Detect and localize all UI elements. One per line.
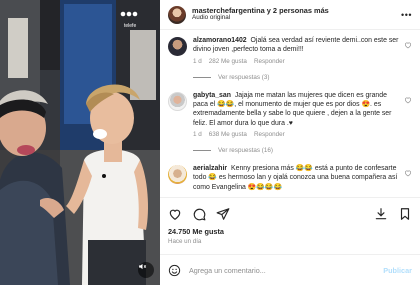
post-side-panel: masterchefargentina y 2 personas más Aud… — [160, 0, 420, 285]
comment-item: gabyta_san Jajaja me matan las mujeres q… — [168, 91, 412, 138]
post-video[interactable]: telefe — [0, 0, 160, 285]
publish-button[interactable]: Publicar — [383, 266, 412, 275]
replies-line — [193, 76, 211, 78]
reply-button[interactable]: Responder — [254, 131, 285, 138]
smiley-icon — [168, 264, 181, 276]
add-comment-bar: Publicar — [160, 254, 420, 285]
bookmark-icon — [400, 208, 410, 220]
comment-item: alzamorano1402 Ojalá sea verdad así revi… — [168, 36, 412, 65]
comment-meta: 1 d 638 Me gusta Responder — [193, 131, 400, 138]
telefe-sign: telefe — [124, 23, 136, 29]
view-replies-button[interactable]: Ver respuestas (3) — [193, 74, 412, 81]
likes-count[interactable]: 24.750 Me gusta — [168, 227, 412, 236]
comment-username[interactable]: aerialzahir — [193, 165, 227, 172]
emoji-button[interactable] — [168, 264, 181, 277]
comments-list: alzamorano1402 Ojalá sea verdad así revi… — [160, 30, 420, 197]
comment-avatar[interactable] — [168, 37, 187, 56]
download-button[interactable] — [374, 207, 388, 221]
comment-avatar[interactable] — [168, 164, 187, 184]
save-button[interactable] — [398, 207, 412, 221]
comment-time: 1 d — [193, 57, 202, 65]
comment-likes[interactable]: 282 Me gusta — [209, 58, 247, 65]
comment-text: aerialzahir Kenny presiona más 😂😂 está a… — [193, 164, 400, 192]
comment-item: aerialzahir Kenny presiona más 😂😂 está a… — [168, 164, 412, 192]
comment-body: gabyta_san Jajaja me matan las mujeres q… — [193, 91, 412, 138]
view-replies-label: Ver respuestas (3) — [218, 73, 270, 81]
comment-text: alzamorano1402 Ojalá sea verdad así revi… — [193, 36, 400, 55]
comment-username[interactable]: alzamorano1402 — [193, 37, 247, 44]
comment-time: 1 d — [193, 130, 202, 138]
post-actions: 24.750 Me gusta Hace un día — [160, 197, 420, 245]
header-text: masterchefargentina y 2 personas más Aud… — [192, 6, 400, 22]
audio-label[interactable]: Audio original — [192, 14, 400, 22]
comment-button[interactable] — [192, 207, 206, 221]
comment-username[interactable]: gabyta_san — [193, 92, 231, 99]
share-button[interactable] — [216, 207, 230, 221]
more-options-icon[interactable]: ••• — [400, 10, 412, 20]
comment-heart-icon[interactable] — [404, 96, 412, 104]
heart-icon — [169, 209, 181, 220]
mute-button[interactable] — [138, 262, 154, 278]
paper-plane-icon — [216, 208, 230, 220]
comment-input[interactable] — [189, 265, 384, 275]
post-time: Hace un día — [168, 238, 202, 245]
comment-avatar[interactable] — [168, 91, 187, 111]
comment-likes[interactable]: 638 Me gusta — [209, 131, 247, 138]
muted-speaker-icon — [139, 263, 147, 270]
post-header: masterchefargentina y 2 personas más Aud… — [160, 0, 420, 30]
comment-text: gabyta_san Jajaja me matan las mujeres q… — [193, 91, 400, 128]
action-icons — [168, 204, 412, 224]
download-icon — [375, 208, 387, 220]
comment-body: alzamorano1402 Ojalá sea verdad así revi… — [193, 36, 412, 65]
replies-line — [193, 149, 211, 151]
comment-body: aerialzahir Kenny presiona más 😂😂 está a… — [193, 164, 412, 192]
view-replies-label: Ver respuestas (16) — [218, 146, 273, 154]
comment-bubble-icon — [193, 208, 206, 221]
comment-meta: 1 d 282 Me gusta Responder — [193, 58, 400, 65]
instagram-post: telefe masterchefargentina y 2 personas … — [0, 0, 420, 285]
comment-heart-icon[interactable] — [404, 41, 412, 49]
view-replies-button[interactable]: Ver respuestas (16) — [193, 147, 412, 154]
like-button[interactable] — [168, 207, 182, 221]
comment-heart-icon[interactable] — [404, 169, 412, 177]
author-avatar[interactable] — [168, 5, 186, 24]
video-frame: telefe — [0, 0, 160, 285]
reply-button[interactable]: Responder — [254, 58, 285, 65]
